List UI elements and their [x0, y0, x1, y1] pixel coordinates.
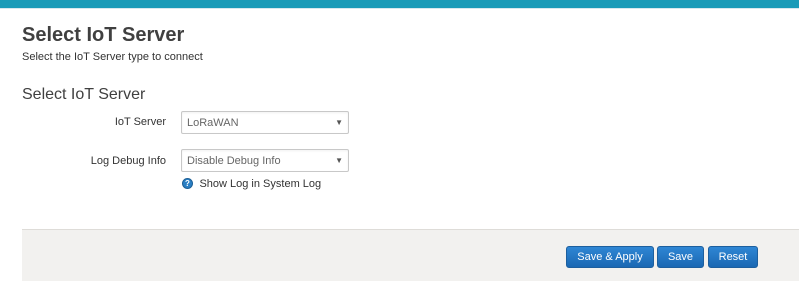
help-text: Show Log in System Log: [199, 177, 322, 190]
iot-server-select[interactable]: LoRaWAN ▼: [181, 111, 349, 134]
help-icon: ?: [182, 178, 193, 190]
page-description: Select the IoT Server type to connect: [22, 51, 203, 63]
top-bar-divider: [0, 8, 799, 9]
section-title: Select IoT Server: [22, 86, 146, 103]
log-debug-select[interactable]: Disable Debug Info ▼: [181, 149, 349, 172]
chevron-down-icon: ▼: [335, 156, 343, 165]
save-apply-button[interactable]: Save & Apply: [566, 246, 654, 268]
reset-button[interactable]: Reset: [708, 246, 758, 268]
save-button[interactable]: Save: [657, 246, 704, 268]
iot-server-value: LoRaWAN: [187, 117, 239, 129]
page-title: Select IoT Server: [22, 24, 185, 46]
iot-server-label: IoT Server: [114, 116, 166, 128]
log-debug-help: ? Show Log in System Log: [182, 175, 322, 190]
top-accent-bar: [0, 0, 799, 8]
log-debug-value: Disable Debug Info: [187, 155, 281, 167]
form-actions-panel: Save & Apply Save Reset: [22, 229, 799, 281]
log-debug-label: Log Debug Info: [90, 155, 166, 167]
chevron-down-icon: ▼: [335, 118, 343, 127]
